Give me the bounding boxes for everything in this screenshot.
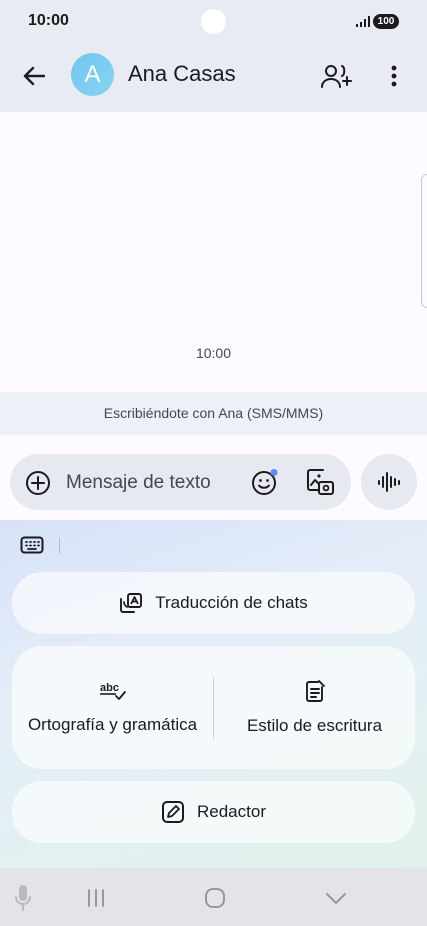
voice-input-button[interactable] — [12, 883, 34, 913]
add-person-icon — [321, 65, 352, 88]
nav-back-button[interactable] — [321, 884, 351, 912]
more-vert-icon — [391, 65, 397, 87]
writer-label: Redactor — [197, 802, 266, 821]
emoji-icon — [252, 469, 278, 495]
conversation-info: Escribiéndote con Ana (SMS/MMS) — [0, 392, 427, 435]
status-time: 10:00 — [28, 12, 69, 29]
signal-icon — [356, 16, 370, 27]
compose-area — [0, 435, 427, 520]
status-bar: 10:00 100 — [0, 0, 427, 44]
add-circle-icon — [26, 471, 50, 495]
keyboard-icon — [20, 536, 44, 554]
home-icon — [205, 888, 225, 908]
spelling-grammar-label: Ortografía y gramática — [27, 714, 198, 734]
recent-apps-icon — [88, 889, 104, 907]
back-button[interactable] — [18, 60, 50, 92]
back-arrow-icon — [23, 66, 45, 86]
add-attachment-button[interactable] — [24, 469, 52, 497]
add-person-button[interactable] — [318, 58, 354, 94]
navigation-bar — [0, 868, 427, 926]
gallery-icon — [307, 469, 334, 495]
chevron-down-icon — [326, 893, 346, 904]
translate-icon — [120, 593, 143, 613]
home-button[interactable] — [200, 884, 230, 912]
voice-waveform-icon — [378, 472, 400, 492]
scroll-handle[interactable] — [421, 174, 427, 308]
edit-icon — [162, 801, 184, 823]
voice-message-button[interactable] — [361, 454, 417, 510]
mic-icon — [15, 885, 31, 911]
chat-translation-button[interactable]: Traducción de chats — [12, 572, 415, 634]
battery-indicator: 100 — [373, 14, 399, 29]
writing-style-icon — [305, 679, 325, 702]
toolbar-divider — [59, 538, 60, 554]
message-input[interactable] — [66, 469, 246, 497]
chat-translation-label: Traducción de chats — [155, 593, 308, 612]
emoji-button[interactable] — [250, 467, 280, 497]
writing-style-button[interactable]: Estilo de escritura — [214, 646, 415, 769]
avatar[interactable]: A — [71, 53, 114, 96]
contact-name[interactable]: Ana Casas — [128, 61, 236, 87]
writer-button[interactable]: Redactor — [12, 781, 415, 843]
writing-style-label: Estilo de escritura — [246, 715, 383, 735]
more-options-button[interactable] — [378, 58, 410, 94]
keyboard-toggle-button[interactable] — [19, 534, 45, 556]
spelling-style-group: abc Ortografía y gramática Estilo de esc… — [12, 646, 415, 769]
camera-cutout — [201, 9, 226, 34]
app-bar: A Ana Casas — [0, 44, 427, 112]
recent-apps-button[interactable] — [82, 884, 110, 912]
writing-assist-panel: Traducción de chats abc Ortografía y gra… — [0, 520, 427, 868]
conversation-area[interactable]: 10:00 — [0, 112, 427, 392]
svg-text:abc: abc — [100, 682, 119, 694]
compose-box — [10, 454, 351, 510]
spelling-grammar-button[interactable]: abc Ortografía y gramática — [12, 646, 213, 769]
gallery-button[interactable] — [304, 466, 336, 498]
message-timestamp: 10:00 — [195, 345, 232, 361]
spellcheck-icon: abc — [99, 682, 126, 700]
